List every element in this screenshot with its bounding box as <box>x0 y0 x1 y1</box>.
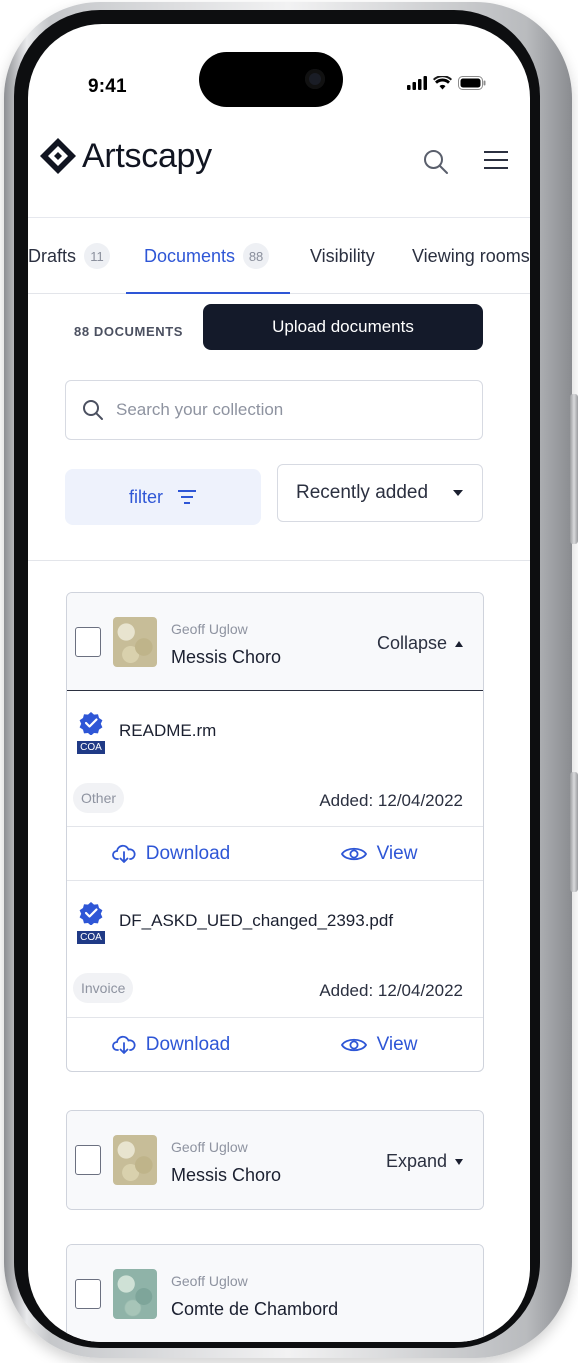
sort-dropdown[interactable]: Recently added <box>277 464 483 522</box>
dynamic-island <box>199 52 343 107</box>
artwork-thumbnail <box>113 1269 157 1319</box>
download-label: Download <box>145 842 231 864</box>
tab-label: Viewing rooms <box>412 245 530 266</box>
phone-frame: 9:41 Artscapy Drafts 11 Documents 88 Vis… <box>4 2 578 1358</box>
caret-down-icon <box>453 490 463 496</box>
verified-badge-icon <box>79 902 103 926</box>
tab-count-badge: 11 <box>84 243 111 269</box>
filter-label: filter <box>128 486 163 507</box>
signal-icon <box>407 76 427 90</box>
artwork-title: Messis Choro <box>171 1165 282 1185</box>
artwork-card-header[interactable]: Geoff Uglow Messis Choro Collapse <box>67 593 483 691</box>
document-actions: Download View <box>67 826 483 880</box>
document-filename: DF_ASKD_UED_changed_2393.pdf <box>119 911 394 930</box>
artist-name: Geoff Uglow <box>171 1273 248 1289</box>
download-button[interactable]: Download <box>67 1018 275 1071</box>
coa-label: COA <box>77 931 105 944</box>
tab-label: Drafts <box>28 245 77 266</box>
artwork-card-header[interactable]: Geoff Uglow Comte de Chambord <box>67 1245 483 1342</box>
sort-value: Recently added <box>296 482 429 503</box>
tab-documents[interactable]: Documents 88 <box>126 218 290 294</box>
filter-button[interactable]: filter <box>65 469 261 525</box>
artscapy-logo-icon <box>40 138 76 174</box>
collection-tabs: Drafts 11 Documents 88 Visibility Viewin… <box>28 218 530 294</box>
coa-badge: COA <box>77 711 105 754</box>
select-checkbox[interactable] <box>75 1145 101 1175</box>
tab-visibility[interactable]: Visibility <box>310 218 375 294</box>
documents-count: 88 DOCUMENTS <box>74 324 184 339</box>
download-label: Download <box>145 1033 231 1055</box>
camera-lens <box>305 69 325 89</box>
section-divider <box>28 560 530 561</box>
search-input[interactable] <box>116 400 436 420</box>
view-button[interactable]: View <box>275 827 483 880</box>
tab-viewing-rooms[interactable]: Viewing rooms <box>412 218 530 294</box>
toggle-label: Expand <box>385 1151 447 1171</box>
view-label: View <box>376 842 418 864</box>
artwork-card: Geoff Uglow Messis Choro Expand <box>66 1110 484 1210</box>
collection-search[interactable] <box>65 380 483 440</box>
select-checkbox[interactable] <box>75 627 101 657</box>
artwork-card-header[interactable]: Geoff Uglow Messis Choro Expand <box>67 1111 483 1209</box>
verified-badge-icon <box>79 712 103 736</box>
artist-name: Geoff Uglow <box>171 621 248 637</box>
brand-name: Artscapy <box>82 136 212 175</box>
select-checkbox[interactable] <box>75 1279 101 1309</box>
artist-name: Geoff Uglow <box>171 1139 248 1155</box>
expand-toggle[interactable]: Expand <box>386 1151 463 1172</box>
collapse-toggle[interactable]: Collapse <box>377 633 463 654</box>
screen: 9:41 Artscapy Drafts 11 Documents 88 Vis… <box>28 24 530 1342</box>
caret-down-icon <box>455 1158 463 1165</box>
document-item: COA README.rm Other Added: 12/04/2022 Do… <box>67 691 483 881</box>
status-icons <box>407 76 486 90</box>
document-filename: README.rm <box>119 721 217 740</box>
search-icon <box>83 400 103 420</box>
coa-badge: COA <box>77 901 105 944</box>
artwork-card: Geoff Uglow Messis Choro Collapse COA RE… <box>66 592 484 1072</box>
side-button <box>570 772 578 892</box>
artwork-thumbnail <box>113 617 157 667</box>
wifi-icon <box>433 76 452 90</box>
app-header: Artscapy <box>28 122 530 218</box>
document-added-date: Added: 12/04/2022 <box>319 981 463 1000</box>
search-icon <box>424 150 448 174</box>
filter-icon <box>178 490 196 504</box>
status-bar: 9:41 <box>28 24 530 122</box>
artwork-title: Comte de Chambord <box>171 1299 339 1319</box>
download-button[interactable]: Download <box>67 827 275 880</box>
header-search-button[interactable] <box>422 148 450 176</box>
tab-count-badge: 88 <box>243 243 270 269</box>
document-type-tag: Invoice <box>73 973 134 1003</box>
artwork-title: Messis Choro <box>171 647 282 667</box>
coa-label: COA <box>77 741 105 754</box>
hamburger-menu-button[interactable] <box>482 148 510 172</box>
view-label: View <box>376 1033 418 1055</box>
menu-icon <box>484 151 508 169</box>
toggle-label: Collapse <box>376 633 447 653</box>
power-button <box>570 394 578 544</box>
document-item: COA DF_ASKD_UED_changed_2393.pdf Invoice… <box>67 881 483 1071</box>
status-time: 9:41 <box>88 76 127 97</box>
view-button[interactable]: View <box>275 1018 483 1071</box>
battery-icon <box>458 76 486 90</box>
brand-logo[interactable]: Artscapy <box>38 136 212 176</box>
caret-up-icon <box>455 640 463 647</box>
document-added-date: Added: 12/04/2022 <box>319 791 463 810</box>
cloud-download-icon <box>111 1035 136 1054</box>
document-type-tag: Other <box>73 783 125 813</box>
eye-icon <box>340 847 367 860</box>
tab-label: Visibility <box>310 245 375 266</box>
upload-documents-button[interactable]: Upload documents <box>203 304 483 350</box>
cloud-download-icon <box>111 844 136 863</box>
artwork-thumbnail <box>113 1135 157 1185</box>
tab-label: Documents <box>144 245 236 266</box>
eye-icon <box>340 1038 367 1051</box>
artwork-card: Geoff Uglow Comte de Chambord <box>66 1244 484 1342</box>
document-actions: Download View <box>67 1017 483 1071</box>
tab-drafts[interactable]: Drafts 11 <box>28 218 111 294</box>
